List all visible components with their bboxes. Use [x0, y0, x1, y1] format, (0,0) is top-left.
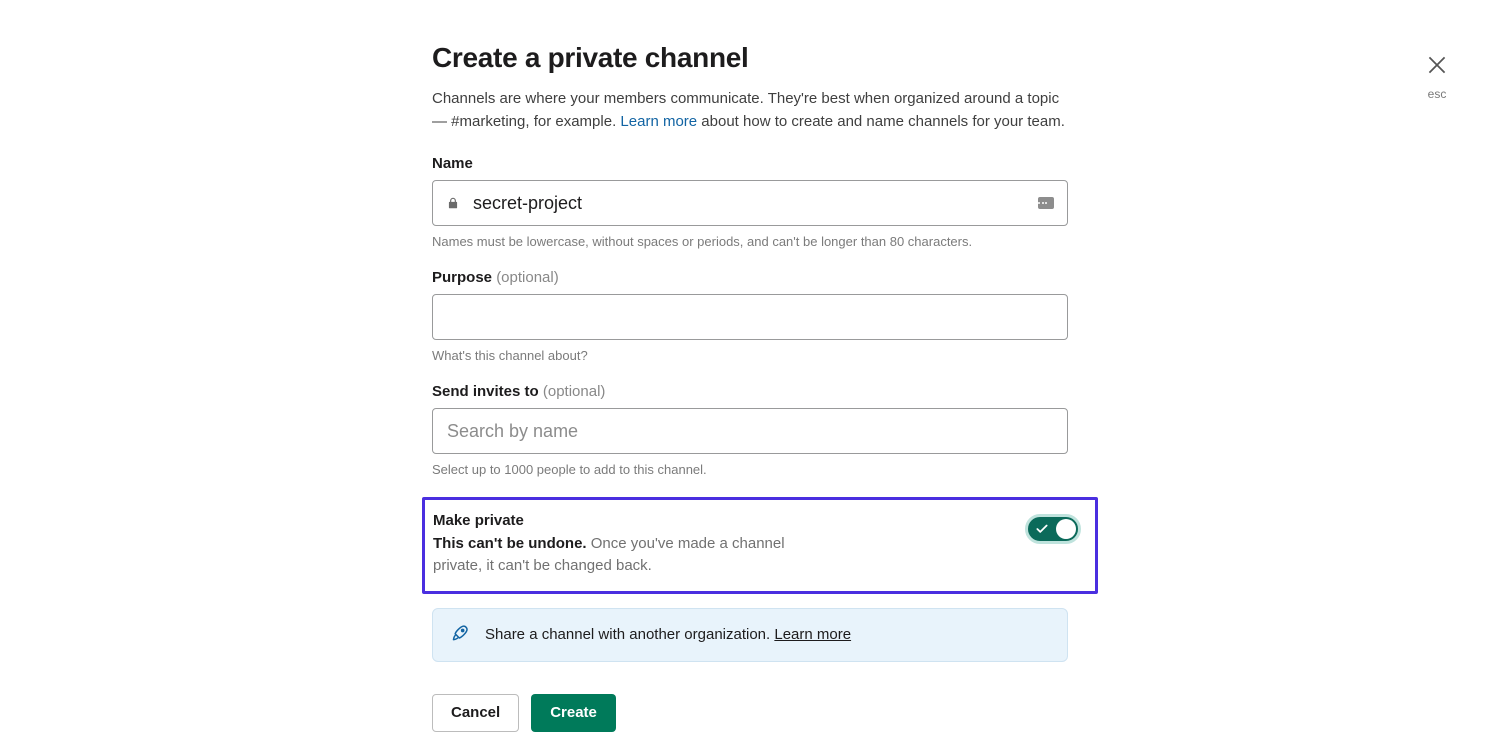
button-row: Cancel Create — [432, 694, 1068, 732]
toggle-knob — [1056, 519, 1076, 539]
rocket-icon — [451, 623, 471, 647]
modal-title: Create a private channel — [432, 42, 1068, 74]
modal-subtitle: Channels are where your members communic… — [432, 88, 1068, 133]
keyboard-icon — [1038, 197, 1054, 209]
purpose-input[interactable] — [432, 294, 1068, 340]
purpose-label: Purpose (optional) — [432, 269, 1068, 286]
private-description: This can't be undone. Once you've made a… — [433, 533, 833, 577]
create-button[interactable]: Create — [531, 694, 616, 732]
make-private-toggle[interactable] — [1025, 514, 1081, 544]
private-title: Make private — [433, 512, 833, 529]
lock-icon — [446, 196, 460, 210]
name-label: Name — [432, 155, 1068, 172]
share-banner: Share a channel with another organizatio… — [432, 608, 1068, 662]
esc-label: esc — [1428, 87, 1447, 101]
check-icon — [1035, 522, 1049, 536]
invites-field-group: Send invites to (optional) Select up to … — [432, 383, 1068, 477]
invites-optional: (optional) — [543, 383, 606, 400]
channel-name-input[interactable] — [432, 180, 1068, 226]
name-field-group: Name Names must be lowercase, without sp… — [432, 155, 1068, 249]
invites-input[interactable] — [432, 408, 1068, 454]
purpose-field-group: Purpose (optional) What's this channel a… — [432, 269, 1068, 363]
purpose-helper: What's this channel about? — [432, 348, 1068, 363]
subtitle-post: about how to create and name channels fo… — [697, 113, 1065, 130]
close-icon — [1424, 52, 1450, 83]
share-text: Share a channel with another organizatio… — [485, 626, 851, 643]
create-channel-modal: Create a private channel Channels are wh… — [432, 42, 1068, 732]
invites-helper: Select up to 1000 people to add to this … — [432, 462, 1068, 477]
share-learn-more-link[interactable]: Learn more — [774, 626, 851, 643]
name-helper: Names must be lowercase, without spaces … — [432, 234, 1068, 249]
private-warn-bold: This can't be undone. — [433, 535, 587, 552]
learn-more-link[interactable]: Learn more — [620, 113, 697, 130]
cancel-button[interactable]: Cancel — [432, 694, 519, 732]
make-private-row: Make private This can't be undone. Once … — [422, 497, 1098, 594]
invites-label: Send invites to (optional) — [432, 383, 1068, 400]
purpose-optional: (optional) — [496, 269, 559, 286]
private-text: Make private This can't be undone. Once … — [433, 512, 833, 577]
close-button[interactable]: esc — [1424, 52, 1450, 101]
